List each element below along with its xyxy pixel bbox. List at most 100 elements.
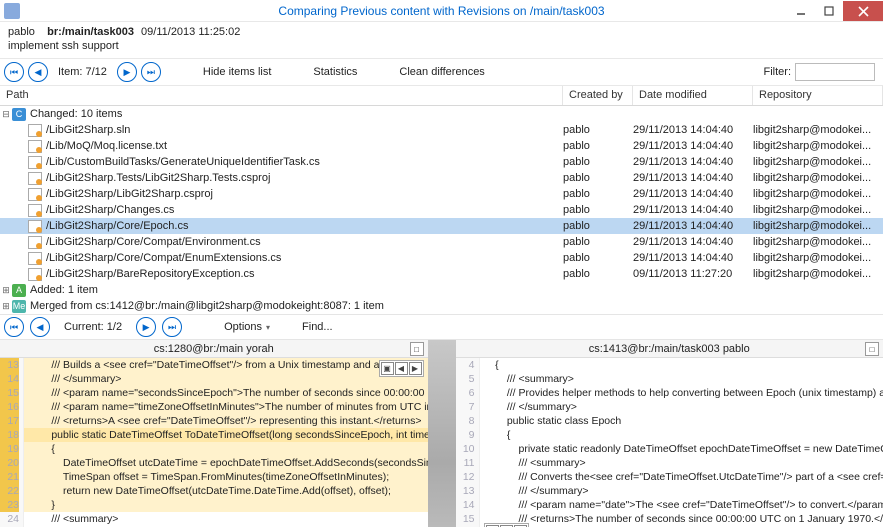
header-date: 09/11/2013 11:25:02 [141, 26, 240, 38]
right-code[interactable]: { /// <summary> /// Provides helper meth… [480, 358, 883, 527]
group-changed[interactable]: ⊟ C Changed: 10 items [0, 106, 883, 122]
close-button[interactable] [843, 1, 883, 21]
row-created-by: pablo [563, 204, 633, 216]
items-toolbar: ⏮ ◀ Item: 7/12 ▶ ⏭ Hide items list Stati… [0, 58, 883, 86]
options-label: Options [224, 321, 262, 333]
row-path: /LibGit2Sharp/Core/Compat/EnumExtensions… [46, 252, 563, 264]
collapse-icon[interactable]: ⊟ [0, 109, 12, 120]
expand-icon[interactable]: ⊞ [0, 285, 12, 296]
row-repo: libgit2sharp@modokei... [753, 172, 883, 184]
row-path: /LibGit2Sharp/BareRepositoryException.cs [46, 268, 563, 280]
table-row[interactable]: /Lib/MoQ/Moq.license.txtpablo29/11/2013 … [0, 138, 883, 154]
row-repo: libgit2sharp@modokei... [753, 236, 883, 248]
last-item-button[interactable]: ⏭ [141, 62, 161, 82]
table-row[interactable]: /LibGit2Sharp/LibGit2Sharp.csprojpablo29… [0, 186, 883, 202]
row-repo: libgit2sharp@modokei... [753, 124, 883, 136]
row-date: 29/11/2013 14:04:40 [633, 124, 753, 136]
row-created-by: pablo [563, 124, 633, 136]
group-merged[interactable]: ⊞ Me Merged from cs:1412@br:/main@libgit… [0, 298, 883, 314]
minimize-button[interactable] [787, 1, 815, 21]
table-row[interactable]: /LibGit2Sharp/Core/Epoch.cspablo29/11/20… [0, 218, 883, 234]
col-repository[interactable]: Repository [753, 86, 883, 105]
filter-label: Filter: [764, 66, 792, 78]
left-code[interactable]: /// Builds a <see cref="DateTimeOffset"/… [24, 358, 428, 527]
row-repo: libgit2sharp@modokei... [753, 220, 883, 232]
file-icon [28, 204, 42, 217]
hide-items-button[interactable]: Hide items list [203, 66, 271, 78]
row-repo: libgit2sharp@modokei... [753, 204, 883, 216]
row-path: /LibGit2Sharp/Core/Compat/Environment.cs [46, 236, 563, 248]
row-created-by: pablo [563, 172, 633, 184]
diff-ribbon[interactable] [428, 340, 456, 527]
maximize-pane-button[interactable]: □ [865, 342, 879, 356]
row-path: /LibGit2Sharp/LibGit2Sharp.csproj [46, 188, 563, 200]
prev-item-button[interactable]: ◀ [28, 62, 48, 82]
prev-diff-button[interactable]: ◀ [30, 317, 50, 337]
file-icon [28, 252, 42, 265]
row-created-by: pablo [563, 140, 633, 152]
maximize-pane-button[interactable]: □ [410, 342, 424, 356]
col-path[interactable]: Path [0, 86, 563, 105]
row-date: 29/11/2013 14:04:40 [633, 236, 753, 248]
right-pane: cs:1413@br:/main/task003 pablo □ ▣◀▶ 456… [456, 340, 883, 527]
row-path: /Lib/MoQ/Moq.license.txt [46, 140, 563, 152]
col-date-modified[interactable]: Date modified [633, 86, 753, 105]
table-row[interactable]: /LibGit2Sharp/Core/Compat/EnumExtensions… [0, 250, 883, 266]
diff-nav-overlay[interactable]: ▣◀▶ [484, 523, 529, 527]
group-added[interactable]: ⊞ A Added: 1 item [0, 282, 883, 298]
table-row[interactable]: /LibGit2Sharp/BareRepositoryException.cs… [0, 266, 883, 282]
window-title: Comparing Previous content with Revision… [0, 4, 883, 18]
find-button[interactable]: Find... [302, 321, 333, 333]
row-repo: libgit2sharp@modokei... [753, 252, 883, 264]
row-path: /Lib/CustomBuildTasks/GenerateUniqueIden… [46, 156, 563, 168]
left-pane-title: cs:1280@br:/main yorah [154, 343, 274, 355]
file-list-header: Path Created by Date modified Repository [0, 86, 883, 106]
row-date: 29/11/2013 14:04:40 [633, 188, 753, 200]
file-icon [28, 236, 42, 249]
group-merged-label: Merged from cs:1412@br:/main@libgit2shar… [30, 300, 384, 312]
last-diff-button[interactable]: ⏭ [162, 317, 182, 337]
statistics-button[interactable]: Statistics [313, 66, 357, 78]
col-created-by[interactable]: Created by [563, 86, 633, 105]
row-created-by: pablo [563, 156, 633, 168]
table-row[interactable]: /LibGit2Sharp/Changes.cspablo29/11/2013 … [0, 202, 883, 218]
file-icon [28, 156, 42, 169]
file-icon [28, 124, 42, 137]
options-dropdown[interactable]: Options ▾ [224, 321, 270, 333]
group-added-label: Added: 1 item [30, 284, 98, 296]
merged-badge-icon: Me [12, 300, 26, 313]
row-repo: libgit2sharp@modokei... [753, 268, 883, 280]
item-counter: Item: 7/12 [58, 66, 107, 78]
left-gutter: 1314151617181920212223242526272829303132… [0, 358, 24, 527]
first-diff-button[interactable]: ⏮ [4, 317, 24, 337]
clean-diff-button[interactable]: Clean differences [399, 66, 484, 78]
row-path: /LibGit2Sharp.Tests/LibGit2Sharp.Tests.c… [46, 172, 563, 184]
right-gutter: 4567891011121314151617181920212223242526 [456, 358, 480, 527]
next-diff-button[interactable]: ▶ [136, 317, 156, 337]
diff-toolbar: ⏮ ◀ Current: 1/2 ▶ ⏭ Options ▾ Find... [0, 314, 883, 340]
row-repo: libgit2sharp@modokei... [753, 156, 883, 168]
file-icon [28, 172, 42, 185]
row-date: 09/11/2013 11:27:20 [633, 268, 753, 280]
maximize-button[interactable] [815, 1, 843, 21]
table-row[interactable]: /LibGit2Sharp/Core/Compat/Environment.cs… [0, 234, 883, 250]
table-row[interactable]: /LibGit2Sharp.slnpablo29/11/2013 14:04:4… [0, 122, 883, 138]
next-item-button[interactable]: ▶ [117, 62, 137, 82]
row-created-by: pablo [563, 268, 633, 280]
table-row[interactable]: /Lib/CustomBuildTasks/GenerateUniqueIden… [0, 154, 883, 170]
filter-input[interactable] [795, 63, 875, 81]
expand-icon[interactable]: ⊞ [0, 301, 12, 312]
row-date: 29/11/2013 14:04:40 [633, 220, 753, 232]
row-created-by: pablo [563, 252, 633, 264]
row-created-by: pablo [563, 220, 633, 232]
row-path: /LibGit2Sharp/Changes.cs [46, 204, 563, 216]
table-row[interactable]: /LibGit2Sharp.Tests/LibGit2Sharp.Tests.c… [0, 170, 883, 186]
row-created-by: pablo [563, 188, 633, 200]
diff-viewer: cs:1280@br:/main yorah □ ▣◀▶ 13141516171… [0, 340, 883, 527]
header-user: pablo [8, 26, 35, 38]
first-item-button[interactable]: ⏮ [4, 62, 24, 82]
row-repo: libgit2sharp@modokei... [753, 140, 883, 152]
header-branch: br:/main/task003 [47, 26, 134, 38]
diff-nav-overlay[interactable]: ▣◀▶ [379, 360, 424, 377]
row-path: /LibGit2Sharp/Core/Epoch.cs [46, 220, 563, 232]
